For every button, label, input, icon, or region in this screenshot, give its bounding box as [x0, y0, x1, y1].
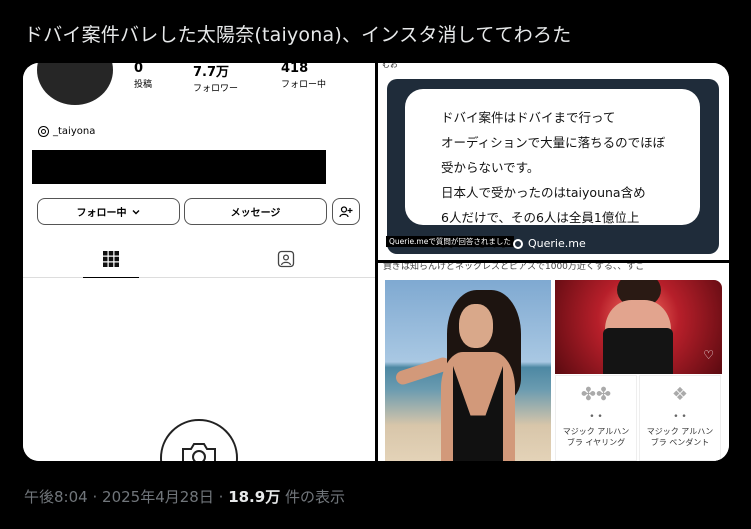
stat-followers: 7.7万 フォロワー	[193, 63, 238, 94]
tweet-time[interactable]: 午後8:04	[24, 488, 88, 506]
tagged-icon	[277, 250, 295, 268]
tweet-text: ドバイ案件バレした太陽奈(taiyona)、インスタ消しててわろた	[24, 24, 572, 46]
product-name: マジック アルハン ブラ ペンダント	[640, 426, 720, 448]
avatar	[37, 63, 113, 105]
querie-logo: Querie.me	[513, 237, 586, 250]
tab-tagged	[275, 241, 297, 277]
meta-separator: ·	[218, 488, 224, 506]
profile-tabs	[23, 241, 375, 278]
product-card-pendant: ❖ • • マジック アルハン ブラ ペンダント	[639, 375, 721, 461]
views-label: 件の表示	[284, 488, 345, 506]
photo-shape	[459, 304, 493, 348]
answer-line: 受からないです。	[441, 160, 540, 175]
threads-handle: _taiyona	[53, 126, 96, 137]
stat-num: 7.7万	[193, 65, 230, 80]
querie-footer: Querie.meで質問が回答されました	[386, 236, 514, 247]
add-person-button	[332, 198, 360, 225]
clover-earring-icon: ✤✤	[580, 383, 612, 405]
product-dots: • •	[673, 412, 687, 422]
grid-icon	[103, 251, 119, 267]
shop-caption: 貢ぎは知らんけどネックレスとピアスで1000万近くする、、すご	[383, 263, 645, 272]
querie-logo-icon	[513, 238, 523, 249]
product-name: マジック アルハン ブラ イヤリング	[556, 426, 636, 448]
chevron-down-icon	[132, 209, 139, 214]
threads-link: _taiyona	[38, 126, 95, 137]
querie-card: ドバイ案件はドバイまで行って オーディションで大量に落ちるのでほぼ 受からないで…	[387, 79, 719, 254]
clover-pendant-icon: ❖	[671, 383, 689, 405]
photo-shape	[603, 328, 673, 374]
querie-screenshot[interactable]: むお ドバイ案件はドバイまで行って オーディションで大量に落ちるのでほぼ 受から…	[378, 63, 729, 260]
following-button: フォロー中	[37, 198, 180, 225]
product-dots: • •	[589, 412, 603, 422]
beach-photo	[385, 280, 551, 461]
stat-following: 418 フォロー中	[281, 63, 326, 90]
message-button: メッセージ	[184, 198, 327, 225]
person-add-icon	[339, 205, 353, 217]
product-name-line: ブラ イヤリング	[566, 438, 626, 447]
camera-circle	[160, 419, 238, 461]
stat-label: 投稿	[134, 80, 153, 90]
answer-line: 6人だけで、その6人は全員1億位上	[441, 210, 640, 225]
product-name-line: マジック アルハン	[646, 427, 714, 436]
following-label: フォロー中	[76, 208, 127, 219]
threads-icon	[38, 126, 49, 137]
product-name-line: マジック アルハン	[562, 427, 630, 436]
instagram-profile-screenshot[interactable]: 0 投稿 7.7万 フォロワー 418 フォロー中 _taiyona フォロー中…	[23, 63, 375, 461]
stat-posts: 0 投稿	[134, 63, 152, 90]
tweet-date[interactable]: 2025年4月28日	[102, 488, 214, 506]
views-count[interactable]: 18.9万	[228, 488, 280, 506]
red-photo: ♡	[555, 280, 722, 374]
stat-num: 418	[281, 63, 309, 76]
redacted-bio	[32, 150, 326, 184]
product-card-earrings: ✤✤ • • マジック アルハン ブラ イヤリング	[555, 375, 637, 461]
tweet-media[interactable]: 0 投稿 7.7万 フォロワー 418 フォロー中 _taiyona フォロー中…	[23, 63, 729, 461]
answer-line: ドバイ案件はドバイまで行って	[441, 110, 616, 125]
stat-label: フォロー中	[281, 80, 327, 90]
tab-posts	[83, 241, 139, 278]
corner-text: むお	[382, 63, 398, 69]
product-name-line: ブラ ペンダント	[650, 438, 710, 447]
message-label: メッセージ	[230, 208, 281, 219]
answer-bubble: ドバイ案件はドバイまで行って オーディションで大量に落ちるのでほぼ 受からないで…	[405, 89, 700, 250]
tweet-metadata: 午後8:04 · 2025年4月28日 · 18.9万 件の表示	[24, 486, 345, 507]
querie-logo-text: Querie.me	[528, 237, 586, 250]
stat-label: フォロワー	[193, 84, 239, 94]
jewelry-screenshot[interactable]: 貢ぎは知らんけどネックレスとピアスで1000万近くする、、すご ♡ ✤✤ • •…	[378, 263, 729, 461]
answer-line: 日本人で受かったのはtaiyouna含め	[441, 185, 646, 200]
stat-num: 0	[134, 63, 144, 76]
answer-line: オーディションで大量に落ちるのでほぼ	[441, 135, 666, 150]
camera-icon	[182, 443, 216, 461]
meta-separator: ·	[92, 488, 98, 506]
heart-icon: ♡	[703, 348, 714, 362]
